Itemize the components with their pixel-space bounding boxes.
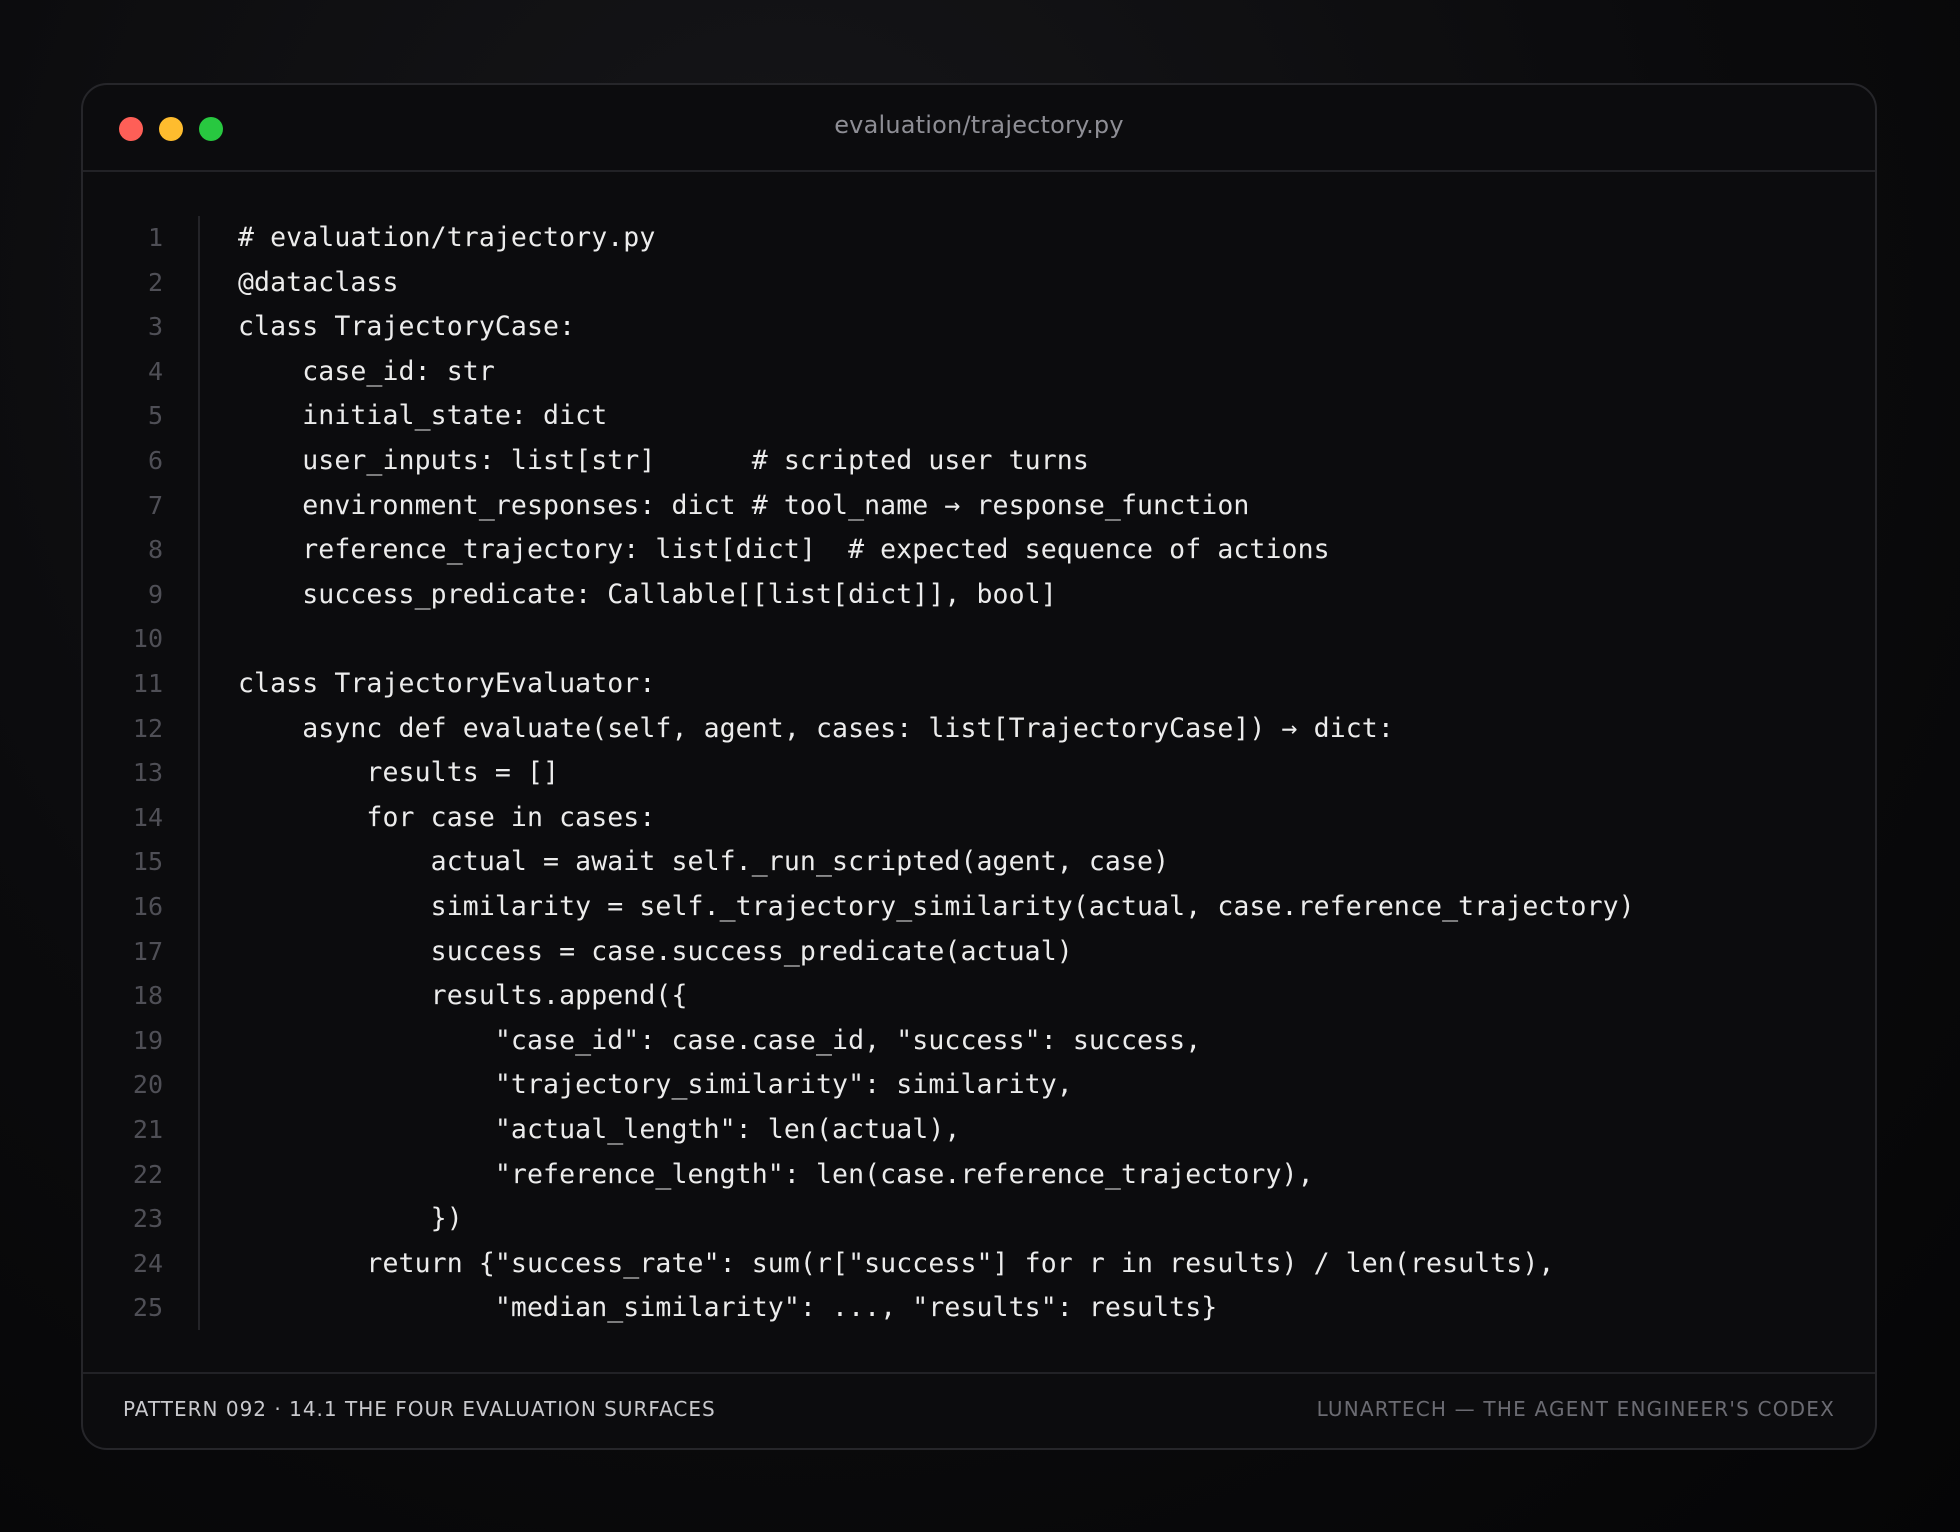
code-line: 16 similarity = self._trajectory_similar… <box>83 885 1875 929</box>
code-text: reference_trajectory: list[dict] # expec… <box>238 534 1330 566</box>
code-text: "actual_length": len(actual), <box>238 1114 961 1145</box>
code-text: "trajectory_similarity": similarity, <box>238 1069 1073 1101</box>
line-number: 11 <box>132 669 163 698</box>
window-title: evaluation/trajectory.py <box>834 111 1124 139</box>
footer-brand-label: LUNARTECH — THE AGENT ENGINEER'S CODEX <box>1316 1397 1835 1421</box>
line-number: 21 <box>132 1115 163 1144</box>
code-text: initial_state: dict <box>238 400 608 432</box>
code-text: # evaluation/trajectory.py <box>238 222 656 253</box>
line-number: 25 <box>132 1293 163 1323</box>
code-line: 6 user_inputs: list[str] # scripted user… <box>83 439 1875 483</box>
line-number: 6 <box>147 446 163 475</box>
code-line: 4 case_id: str <box>83 350 1875 394</box>
code-line: 7 environment_responses: dict # tool_nam… <box>83 484 1875 528</box>
code-line: 9 success_predicate: Callable[[list[dict… <box>83 573 1875 617</box>
line-number: 2 <box>147 267 163 297</box>
code-text: "case_id": case.case_id, "success": succ… <box>238 1024 1202 1056</box>
code-line: 13 results = [] <box>83 751 1875 795</box>
line-number: 7 <box>147 490 163 520</box>
code-text: similarity = self._trajectory_similarity… <box>238 891 1635 922</box>
line-number: 8 <box>147 535 163 565</box>
code-line: 19 "case_id": case.case_id, "success": s… <box>83 1019 1875 1063</box>
title-bar: evaluation/trajectory.py <box>83 85 1875 172</box>
code-line: 2 @dataclass <box>83 261 1875 305</box>
code-line: 15 actual = await self._run_scripted(age… <box>83 840 1875 884</box>
code-line: 23 }) <box>83 1197 1875 1241</box>
line-number: 19 <box>132 1025 163 1055</box>
code-line: 18 results.append({ <box>83 974 1875 1018</box>
code-text: case_id: str <box>238 355 495 387</box>
code-line: 1 # evaluation/trajectory.py <box>83 216 1875 260</box>
line-number: 15 <box>132 847 163 877</box>
code-text: "reference_length": len(case.reference_t… <box>238 1158 1314 1190</box>
line-number: 23 <box>132 1204 163 1234</box>
code-line: 20 "trajectory_similarity": similarity, <box>83 1063 1875 1107</box>
footer-pattern-label: PATTERN 092 · 14.1 THE FOUR EVALUATION S… <box>123 1397 716 1421</box>
code-text: async def evaluate(self, agent, cases: l… <box>238 712 1394 744</box>
code-text: success_predicate: Callable[[list[dict]]… <box>238 578 1057 610</box>
code-window: evaluation/trajectory.py 1 # evaluation/t… <box>81 83 1877 1450</box>
line-number: 1 <box>147 223 163 252</box>
line-number: 18 <box>132 981 163 1011</box>
code-text: "median_similarity": ..., "results": res… <box>238 1292 1218 1324</box>
line-number: 4 <box>147 356 163 386</box>
code-text: results = [] <box>238 757 560 789</box>
code-text: @dataclass <box>238 266 399 298</box>
code-line: 17 success = case.success_predicate(actu… <box>83 930 1875 974</box>
code-line: 3 class TrajectoryCase: <box>83 305 1875 349</box>
code-line: 12 async def evaluate(self, agent, cases… <box>83 707 1875 751</box>
code-line: 10 <box>83 617 1875 661</box>
line-number: 22 <box>132 1159 163 1189</box>
code-text: class TrajectoryEvaluator: <box>238 668 656 699</box>
code-line: 22 "reference_length": len(case.referenc… <box>83 1153 1875 1197</box>
code-line: 14 for case in cases: <box>83 796 1875 840</box>
line-number: 10 <box>132 624 163 654</box>
line-number: 3 <box>147 312 163 342</box>
code-line: 24 return {"success_rate": sum(r["succes… <box>83 1242 1875 1286</box>
code-text: }) <box>238 1203 463 1235</box>
code-text: class TrajectoryCase: <box>238 311 576 343</box>
code-line: 5 initial_state: dict <box>83 394 1875 438</box>
line-number: 12 <box>132 713 163 743</box>
code-line: 11 class TrajectoryEvaluator: <box>83 662 1875 706</box>
code-text: user_inputs: list[str] # scripted user t… <box>238 445 1089 476</box>
line-number: 20 <box>132 1070 163 1100</box>
line-number: 9 <box>147 579 163 609</box>
code-line: 25 "median_similarity": ..., "results": … <box>83 1286 1875 1330</box>
code-text: results.append({ <box>238 980 688 1012</box>
line-number: 24 <box>132 1248 163 1278</box>
code-text: actual = await self._run_scripted(agent,… <box>238 846 1170 878</box>
code-line: 8 reference_trajectory: list[dict] # exp… <box>83 528 1875 572</box>
code-text: return {"success_rate": sum(r["success"]… <box>238 1247 1555 1279</box>
line-number: 14 <box>132 802 163 832</box>
line-number: 16 <box>132 892 163 921</box>
code-text: environment_responses: dict # tool_name … <box>238 489 1250 521</box>
code-text: for case in cases: <box>238 801 656 833</box>
code-text: success = case.success_predicate(actual) <box>238 935 1073 967</box>
line-number: 13 <box>132 758 163 788</box>
line-number: 17 <box>132 936 163 966</box>
footer: PATTERN 092 · 14.1 THE FOUR EVALUATION S… <box>83 1372 1875 1448</box>
code-line: 21 "actual_length": len(actual), <box>83 1108 1875 1152</box>
line-number: 5 <box>147 401 163 431</box>
